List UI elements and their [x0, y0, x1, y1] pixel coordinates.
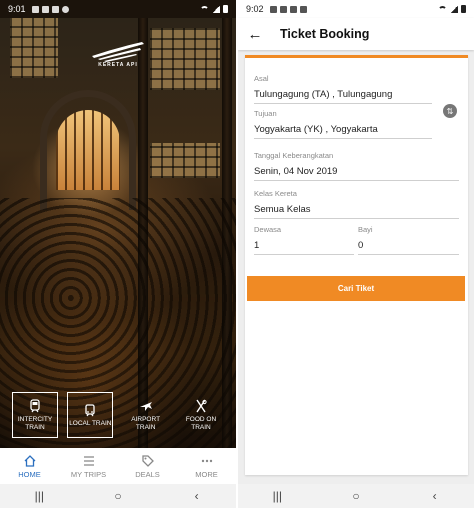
destination-label: Tujuan: [254, 109, 277, 118]
status-bar: 9:01: [0, 0, 236, 18]
recents-button[interactable]: |||: [24, 484, 54, 508]
signal-icon: [212, 5, 220, 13]
nav-home[interactable]: HOME: [0, 448, 59, 484]
notification-icon: [269, 5, 277, 13]
infants-label: Bayi: [358, 225, 373, 234]
notification-icon: [31, 5, 39, 13]
facebook-icon: [61, 5, 69, 13]
home-screen: 9:01 KERETA API INTERCITY TRAIN LOCAL TR…: [0, 0, 236, 508]
departure-date-value: Senin, 04 Nov 2019: [254, 166, 459, 181]
system-nav-bar: ||| ○ ‹: [0, 484, 236, 508]
kai-logo-icon: [92, 42, 144, 62]
shortcut-label: LOCAL TRAIN: [69, 419, 112, 427]
search-ticket-button[interactable]: Cari Tiket: [247, 276, 465, 301]
train-icon: [30, 398, 40, 412]
intercity-train-button[interactable]: INTERCITY TRAIN: [12, 392, 58, 438]
notification-icon: [51, 5, 59, 13]
status-bar: 9:02: [238, 0, 474, 18]
nav-label: MY TRIPS: [70, 469, 107, 479]
service-shortcuts: INTERCITY TRAIN LOCAL TRAIN AIRPORT TRAI…: [12, 392, 224, 438]
battery-icon: [223, 5, 228, 13]
nav-label: DEALS: [135, 469, 160, 479]
kai-logo: KERETA API: [88, 38, 148, 72]
local-train-button[interactable]: LOCAL TRAIN: [67, 392, 114, 438]
origin-value: Tulungagung (TA) , Tulungagung: [254, 89, 432, 104]
home-button[interactable]: ○: [341, 484, 371, 508]
list-icon: [83, 455, 94, 466]
more-dots-icon: [201, 459, 212, 462]
destination-field[interactable]: Tujuan Yogyakarta (YK) , Yogyakarta: [254, 109, 432, 139]
shortcut-label: AIRPORT TRAIN: [131, 415, 161, 431]
swap-stations-icon[interactable]: ⇅: [443, 104, 457, 118]
app-bar: ← Ticket Booking: [238, 18, 474, 50]
logo-text: KERETA API: [98, 62, 138, 68]
bottom-nav: HOME MY TRIPS DEALS MORE: [0, 448, 236, 484]
notification-icon: [289, 5, 297, 13]
signal-icon: [450, 5, 458, 13]
nav-deals[interactable]: DEALS: [118, 448, 177, 484]
tag-icon: [141, 454, 154, 467]
infants-value: 0: [358, 240, 459, 255]
status-time: 9:02: [246, 4, 264, 14]
adults-label: Dewasa: [254, 225, 282, 234]
back-arrow-icon[interactable]: ←: [238, 18, 272, 50]
food-on-train-button[interactable]: FOOD ON TRAIN: [178, 392, 224, 438]
adults-value: 1: [254, 240, 354, 255]
notification-icon: [299, 5, 307, 13]
station-window-lower: [150, 143, 220, 178]
infants-field[interactable]: Bayi 0: [358, 225, 459, 255]
adults-field[interactable]: Dewasa 1: [254, 225, 354, 255]
arch-window: [56, 110, 120, 190]
station-window-left: [10, 18, 58, 78]
recents-button[interactable]: |||: [262, 484, 292, 508]
departure-date-label: Tanggal Keberangkatan: [254, 151, 334, 160]
shortcut-label: FOOD ON TRAIN: [185, 415, 217, 431]
status-time: 9:01: [8, 4, 26, 14]
ticket-booking-screen: 9:02 ← Ticket Booking Asal Tulungagung (…: [238, 0, 474, 508]
airplane-icon: [139, 401, 152, 411]
nav-label: HOME: [18, 469, 41, 479]
destination-value: Yogyakarta (YK) , Yogyakarta: [254, 124, 432, 139]
page-title: Ticket Booking: [280, 27, 370, 41]
station-window-right: [150, 28, 220, 90]
airport-train-button[interactable]: AIRPORT TRAIN: [123, 392, 169, 438]
wifi-icon: [200, 5, 209, 13]
notification-icon: [41, 5, 49, 13]
wifi-icon: [438, 5, 447, 13]
tram-icon: [85, 403, 95, 416]
back-button[interactable]: ‹: [420, 484, 450, 508]
cutlery-icon: [196, 399, 207, 412]
departure-date-field[interactable]: Tanggal Keberangkatan Senin, 04 Nov 2019: [254, 151, 459, 181]
back-button[interactable]: ‹: [182, 484, 212, 508]
booking-form: Asal Tulungagung (TA) , Tulungagung ⇅ Tu…: [245, 55, 468, 475]
system-nav-bar: ||| ○ ‹: [238, 484, 474, 508]
shortcut-label: INTERCITY TRAIN: [17, 415, 53, 431]
train-class-label: Kelas Kereta: [254, 189, 297, 198]
nav-label: MORE: [195, 469, 218, 479]
home-button[interactable]: ○: [103, 484, 133, 508]
origin-field[interactable]: Asal Tulungagung (TA) , Tulungagung: [254, 74, 432, 104]
origin-label: Asal: [254, 74, 269, 83]
notification-icon: [279, 5, 287, 13]
nav-more[interactable]: MORE: [177, 448, 236, 484]
battery-icon: [461, 5, 466, 13]
train-class-field[interactable]: Kelas Kereta Semua Kelas: [254, 189, 459, 219]
hero-photo: [0, 18, 236, 448]
home-icon: [24, 454, 35, 467]
train-class-value: Semua Kelas: [254, 204, 459, 219]
nav-my-trips[interactable]: MY TRIPS: [59, 448, 118, 484]
